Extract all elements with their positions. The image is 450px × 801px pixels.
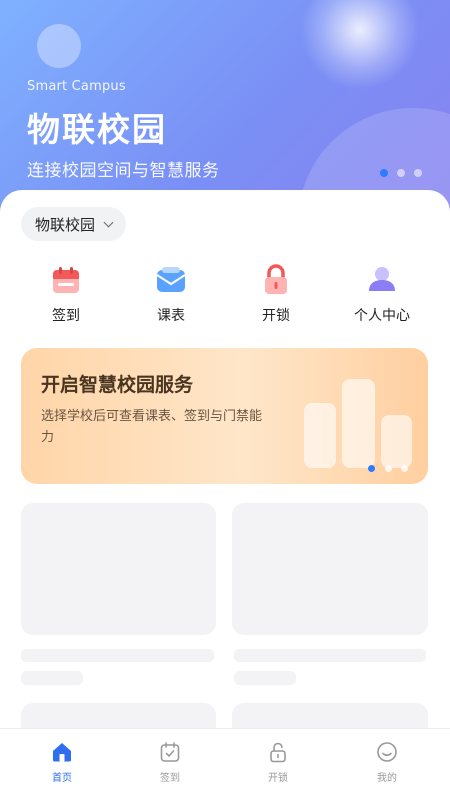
tab-label: 签到: [160, 773, 180, 784]
banner-decor-bar: [381, 415, 412, 468]
tab-label: 开锁: [268, 773, 288, 784]
placeholder-card: [21, 503, 216, 635]
decorative-circle: [37, 24, 81, 68]
tab-home[interactable]: 首页: [6, 729, 118, 801]
tab-label: 我的: [377, 773, 397, 784]
banner-pager-dot[interactable]: [385, 465, 392, 472]
pager-dot[interactable]: [414, 169, 422, 177]
quick-action-label: 课表: [157, 308, 185, 324]
tab-unlock[interactable]: 开锁: [222, 729, 334, 801]
banner-decor-bar: [304, 403, 336, 468]
quick-action-label: 开锁: [262, 308, 290, 324]
hero-title: 物联校园: [27, 110, 167, 149]
quick-action-label: 签到: [52, 308, 80, 324]
placeholder-line: [21, 649, 214, 662]
quick-action-checkin[interactable]: 签到: [26, 263, 106, 325]
lock-icon: [259, 263, 293, 297]
campus-selector-value: 物联校园: [35, 215, 96, 234]
pager-dot-active[interactable]: [380, 169, 388, 177]
tab-checkin[interactable]: 签到: [114, 729, 226, 801]
bottom-tab-bar: 首页 签到 开锁 我的: [0, 728, 450, 801]
quick-action-unlock[interactable]: 开锁: [236, 263, 316, 325]
banner-pager-dot-active[interactable]: [368, 465, 375, 472]
hero-subtitle: Smart Campus: [27, 79, 126, 94]
quick-action-schedule[interactable]: 课表: [131, 263, 211, 325]
promo-banner[interactable]: 开启智慧校园服务 选择学校后可查看课表、签到与门禁能力: [21, 348, 428, 484]
tab-label: 首页: [52, 773, 72, 784]
quick-action-label: 个人中心: [354, 308, 410, 324]
quick-actions: 签到 课表 开锁 个人中心: [0, 263, 450, 333]
banner-description: 选择学校后可查看课表、签到与门禁能力: [41, 409, 263, 445]
banner-title: 开启智慧校园服务: [41, 374, 194, 396]
profile-icon: [375, 740, 399, 764]
banner-pager-dot[interactable]: [401, 465, 408, 472]
placeholder-line: [234, 649, 426, 662]
calendar-icon: [49, 263, 83, 297]
placeholder-card: [232, 503, 428, 635]
checkin-icon: [158, 740, 182, 764]
banner-decor-bar: [342, 379, 375, 468]
decorative-glow: [300, 0, 420, 90]
user-icon: [365, 263, 399, 297]
chevron-down-icon: [103, 217, 114, 227]
mail-icon: [154, 263, 188, 297]
hero-description: 连接校园空间与智慧服务: [27, 161, 220, 181]
pager-dot[interactable]: [397, 169, 405, 177]
placeholder-line-short: [234, 671, 296, 685]
hero-pager-dots: [380, 169, 422, 177]
quick-action-profile[interactable]: 个人中心: [342, 263, 422, 325]
unlock-icon: [266, 740, 290, 764]
content-sheet: 物联校园 签到 课表 开锁 个人中心 开启智慧校园服务 选择学校后可查看课表、签…: [0, 190, 450, 800]
home-icon: [50, 740, 74, 764]
campus-selector[interactable]: 物联校园: [21, 207, 127, 241]
placeholder-line-short: [21, 671, 83, 685]
tab-profile[interactable]: 我的: [331, 729, 443, 801]
